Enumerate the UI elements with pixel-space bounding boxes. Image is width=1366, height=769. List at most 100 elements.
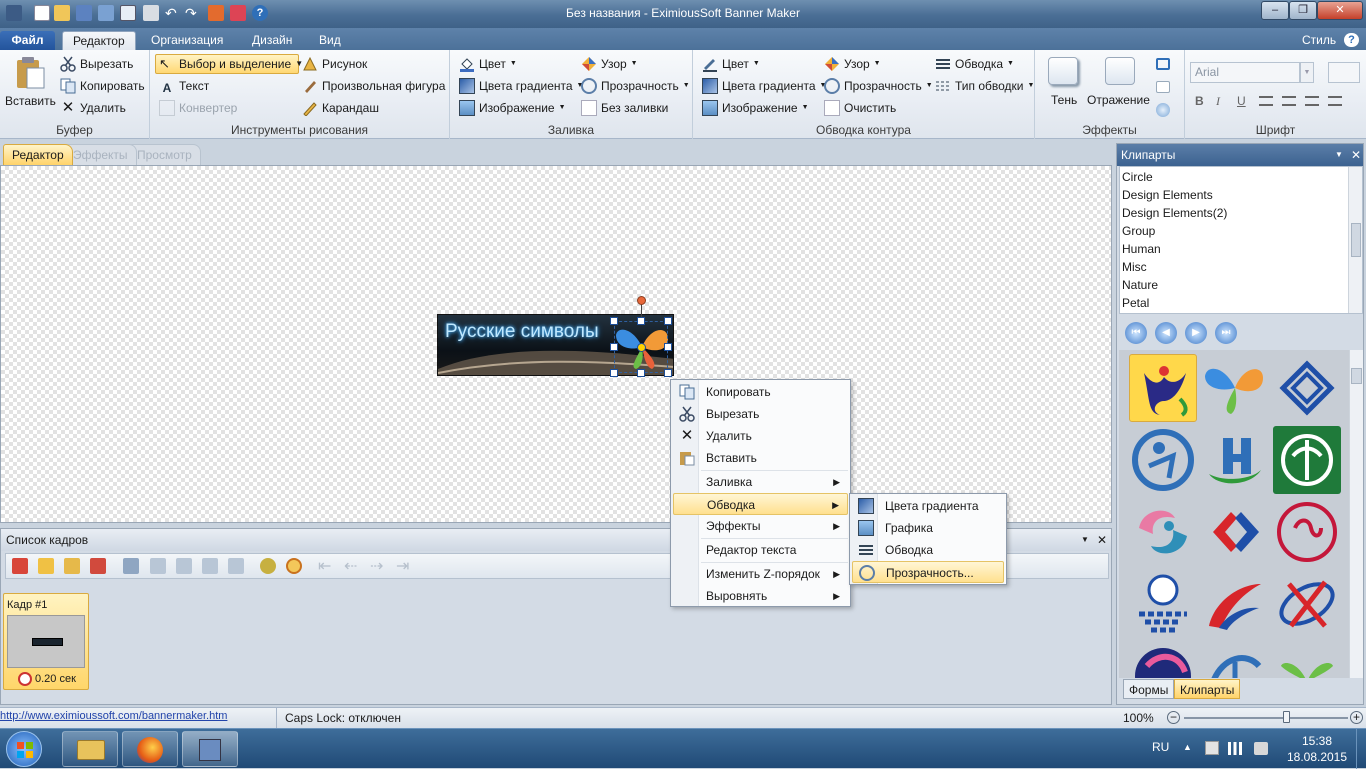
font-size-select[interactable]	[1328, 62, 1360, 83]
shape-style-icon[interactable]	[1156, 81, 1170, 93]
bold-button[interactable]: B	[1195, 91, 1204, 111]
resize-handle[interactable]	[664, 369, 672, 377]
clear-outline-button[interactable]: Очистить	[824, 98, 896, 118]
align-center-icon[interactable]	[1282, 96, 1296, 106]
tab-design[interactable]: Дизайн	[242, 31, 302, 50]
frame-tool-icon[interactable]	[150, 558, 166, 574]
frame-settings-icon[interactable]	[260, 558, 276, 574]
picture-tool-button[interactable]: Рисунок	[302, 54, 367, 74]
clock-icon[interactable]	[286, 558, 302, 574]
tab-effects[interactable]: Эффекты	[64, 144, 137, 165]
category-item[interactable]: Nature	[1122, 276, 1158, 294]
menu-item-outline[interactable]: Обводка ▶	[673, 493, 848, 515]
add-frame-icon[interactable]	[12, 558, 28, 574]
show-desktop-button[interactable]	[1356, 729, 1366, 769]
clock-date[interactable]: 18.08.2015	[1282, 750, 1352, 764]
select-tool-button[interactable]: ↖ Выбор и выделение ▼	[155, 54, 303, 74]
rotation-handle[interactable]	[637, 296, 646, 305]
shape-tool-button[interactable]: Произвольная фигура	[302, 76, 445, 96]
clipart-item[interactable]	[1201, 498, 1269, 566]
border-style-icon[interactable]	[1156, 58, 1170, 70]
fill-transparency-button[interactable]: Прозрачность ▼	[581, 76, 690, 96]
clipart-item[interactable]	[1273, 354, 1341, 422]
clipart-item[interactable]	[1201, 354, 1269, 422]
tab-editor[interactable]: Редактор	[62, 31, 136, 50]
copy-button[interactable]: Копировать	[60, 76, 145, 96]
banner-maker-taskbar-button[interactable]	[182, 731, 238, 767]
shadow-icon[interactable]	[1048, 57, 1078, 85]
underline-button[interactable]: U	[1237, 91, 1246, 111]
fill-pattern-button[interactable]: Узор ▼	[581, 54, 638, 74]
menu-item-fill[interactable]: Заливка ▶	[673, 471, 848, 493]
outline-image-button[interactable]: Изображение ▼	[702, 98, 809, 118]
explorer-taskbar-button[interactable]	[62, 731, 118, 767]
outline-color-button[interactable]: Цвет ▼	[702, 54, 760, 74]
category-item[interactable]: Group	[1122, 222, 1155, 240]
tab-cliparts[interactable]: Клипарты	[1174, 679, 1241, 699]
last-frame-icon[interactable]: ⇥	[396, 556, 409, 576]
menu-item-z-order[interactable]: Изменить Z-порядок ▶	[673, 563, 848, 585]
cut-button[interactable]: Вырезать	[60, 54, 133, 74]
outline-transparency-button[interactable]: Прозрачность ▼	[824, 76, 933, 96]
zoom-slider-thumb[interactable]	[1283, 711, 1291, 723]
network-icon[interactable]	[1205, 741, 1219, 755]
chevron-down-icon[interactable]: ▼	[1300, 62, 1314, 83]
close-button[interactable]: ✕	[1317, 1, 1363, 20]
frame-tool-icon[interactable]	[123, 558, 139, 574]
category-item[interactable]: Petal	[1122, 294, 1149, 312]
first-frame-icon[interactable]: ⇤	[318, 556, 331, 576]
clipart-item[interactable]	[1129, 642, 1197, 678]
glow-icon[interactable]	[1156, 103, 1170, 117]
pencil-tool-button[interactable]: Карандаш	[302, 98, 379, 118]
scrollbar-thumb[interactable]	[1351, 368, 1362, 384]
clipart-item[interactable]	[1129, 498, 1197, 566]
menu-item-paste[interactable]: Вставить	[673, 447, 848, 469]
fill-image-button[interactable]: Изображение ▼	[459, 98, 566, 118]
zoom-in-icon[interactable]: +	[1350, 711, 1363, 724]
clipart-item[interactable]	[1129, 426, 1197, 494]
signal-icon[interactable]	[1228, 742, 1242, 755]
clipart-item[interactable]	[1201, 570, 1269, 638]
outline-gradient-button[interactable]: Цвета градиента ▼	[702, 76, 826, 96]
close-icon[interactable]: ✕	[1351, 144, 1361, 166]
category-item[interactable]: Design Elements(2)	[1122, 204, 1227, 222]
align-justify-icon[interactable]	[1328, 96, 1342, 106]
align-right-icon[interactable]	[1305, 96, 1319, 106]
stroke-button[interactable]: Обводка ▼	[935, 54, 1014, 74]
next-frame-icon[interactable]: ⇢	[370, 556, 383, 576]
next-page-icon[interactable]: ▶	[1185, 322, 1207, 344]
menu-item-cut[interactable]: Вырезать	[673, 403, 848, 425]
style-menu[interactable]: Стиль	[1292, 31, 1346, 50]
frame-tool-icon[interactable]	[176, 558, 192, 574]
frame-tool-icon[interactable]	[202, 558, 218, 574]
paste-button[interactable]: Вставить	[5, 91, 56, 111]
language-indicator[interactable]: RU	[1152, 740, 1169, 754]
clipart-item[interactable]	[1129, 354, 1197, 422]
menu-item-text-editor[interactable]: Редактор текста	[673, 539, 848, 561]
category-item[interactable]: Human	[1122, 240, 1161, 258]
menu-item-delete[interactable]: ✕ Удалить	[673, 425, 848, 447]
gallery-scrollbar[interactable]	[1349, 350, 1363, 678]
clock-time[interactable]: 15:38	[1287, 734, 1347, 748]
resize-handle[interactable]	[664, 317, 672, 325]
insert-frame-icon[interactable]	[38, 558, 54, 574]
tab-shapes[interactable]: Формы	[1123, 679, 1175, 699]
fill-gradient-button[interactable]: Цвета градиента ▼	[459, 76, 583, 96]
zoom-slider[interactable]	[1184, 717, 1348, 719]
delete-button[interactable]: ✕ Удалить	[60, 98, 126, 118]
clipart-item[interactable]	[1273, 570, 1341, 638]
tab-editor-doc[interactable]: Редактор	[3, 144, 73, 165]
clipart-item[interactable]	[1201, 426, 1269, 494]
copy-frame-icon[interactable]	[64, 558, 80, 574]
resize-handle[interactable]	[610, 317, 618, 325]
clipart-item[interactable]	[1273, 498, 1341, 566]
close-icon[interactable]: ✕	[1097, 529, 1107, 551]
frame-tool-icon[interactable]	[228, 558, 244, 574]
submenu-item-stroke[interactable]: Обводка	[852, 539, 1004, 561]
category-item[interactable]: Design Elements	[1122, 186, 1213, 204]
first-page-icon[interactable]: ⏮	[1125, 322, 1147, 344]
resize-handle[interactable]	[637, 317, 645, 325]
chevron-down-icon[interactable]: ▼	[1335, 144, 1343, 166]
website-link[interactable]: http://www.eximioussoft.com/bannermaker.…	[0, 710, 227, 722]
outline-pattern-button[interactable]: Узор ▼	[824, 54, 881, 74]
